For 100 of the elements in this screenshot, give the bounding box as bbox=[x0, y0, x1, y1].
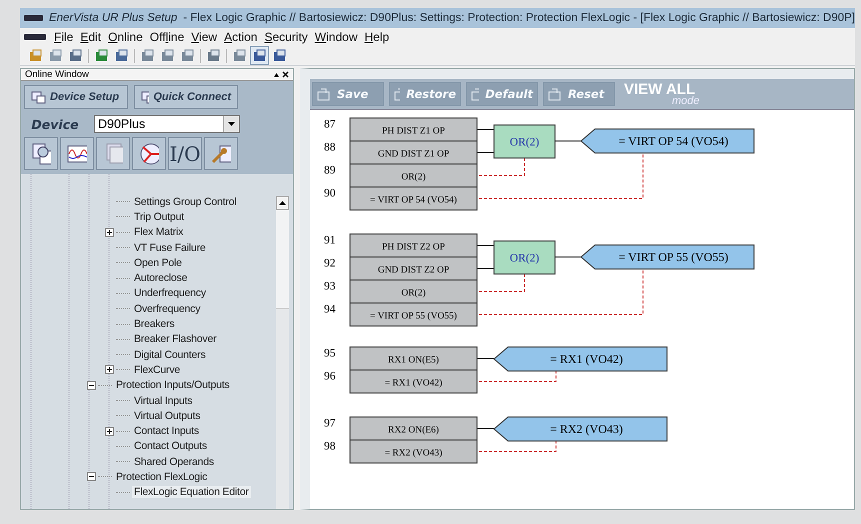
expand-icon[interactable] bbox=[105, 426, 114, 436]
device-icon bbox=[31, 90, 46, 104]
quick-connect-button[interactable]: Quick Connect bbox=[134, 85, 238, 109]
menu-item[interactable]: Window bbox=[312, 30, 360, 44]
line-number: 88 bbox=[324, 142, 336, 154]
toolbar-icon bbox=[206, 49, 220, 62]
tree-item[interactable]: Open Pole bbox=[132, 256, 184, 269]
tool-button[interactable] bbox=[132, 137, 166, 170]
line-number: 87 bbox=[324, 118, 336, 130]
expand-icon[interactable] bbox=[105, 365, 114, 374]
line-number: 96 bbox=[324, 370, 336, 382]
document-icon bbox=[394, 88, 400, 100]
line-number: 92 bbox=[324, 258, 336, 270]
tree-item[interactable]: VT Fuse Failure bbox=[132, 242, 208, 254]
gate-block[interactable]: OR(2) bbox=[494, 124, 556, 158]
toolbar-icon bbox=[94, 49, 108, 62]
device-label: Device bbox=[30, 116, 80, 132]
app-logo bbox=[24, 15, 43, 21]
tool-button[interactable] bbox=[60, 137, 94, 170]
io-button[interactable]: I/O bbox=[168, 137, 202, 170]
tree-item[interactable]: FlexCurve bbox=[132, 364, 182, 376]
menu-item[interactable]: Security bbox=[261, 30, 311, 44]
device-icon bbox=[141, 90, 150, 104]
output-block[interactable]: = VIRT OP 55 (VO55) bbox=[580, 244, 754, 270]
menu-item[interactable]: Offline bbox=[146, 30, 188, 44]
tree-item[interactable]: Settings Group Control bbox=[132, 196, 238, 208]
minus-icon bbox=[89, 382, 94, 388]
connector-line bbox=[477, 428, 494, 429]
operand-cell[interactable]: = RX2 (VO43) bbox=[350, 440, 478, 464]
output-block[interactable]: = VIRT OP 54 (VO54) bbox=[580, 128, 754, 154]
operand-cell[interactable]: OR(2) bbox=[350, 280, 478, 304]
operand-cell[interactable]: RX1 ON(E5) bbox=[350, 346, 478, 370]
toolbar-icon bbox=[232, 49, 246, 62]
tree-item[interactable]: Virtual Inputs bbox=[132, 394, 194, 406]
tree-item[interactable]: Trip Output bbox=[132, 210, 186, 223]
gate-block[interactable]: OR(2) bbox=[494, 240, 556, 274]
toolbar-button[interactable] bbox=[250, 46, 269, 65]
operand-cell[interactable]: PH DIST Z1 OP bbox=[350, 118, 478, 142]
tree-item[interactable]: Contact Inputs bbox=[132, 425, 201, 438]
tree-item[interactable]: Breaker Flashover bbox=[132, 333, 218, 346]
tree-item[interactable]: Flex Matrix bbox=[132, 226, 186, 238]
connector-line bbox=[554, 256, 582, 258]
operand-cell[interactable]: = VIRT OP 55 (VO55) bbox=[350, 302, 478, 326]
menu-item[interactable]: Edit bbox=[77, 30, 104, 44]
scrollbar[interactable] bbox=[276, 196, 289, 509]
tree-item[interactable]: Digital Counters bbox=[132, 348, 208, 361]
tree-item[interactable]: Virtual Outputs bbox=[132, 410, 202, 422]
device-dropdown[interactable]: D90Plus bbox=[94, 115, 240, 133]
plus-icon bbox=[107, 230, 112, 235]
collapse-icon[interactable] bbox=[87, 472, 96, 482]
settings-compare-icon bbox=[31, 142, 51, 166]
tree-item[interactable]: FlexLogic Equation Editor bbox=[132, 486, 251, 498]
dropdown-arrow-icon bbox=[228, 122, 235, 126]
toolbar-icon bbox=[68, 49, 82, 62]
tree-item[interactable]: Underfrequency bbox=[132, 287, 208, 300]
close-icon[interactable] bbox=[273, 71, 289, 78]
tool-button[interactable] bbox=[204, 137, 238, 170]
operand-cell[interactable]: = RX1 (VO42) bbox=[350, 370, 478, 394]
menu-item[interactable]: Online bbox=[105, 30, 146, 44]
operand-cell[interactable]: GND DIST Z2 OP bbox=[350, 256, 478, 280]
operand-cell[interactable]: = VIRT OP 54 (VO54) bbox=[350, 186, 478, 210]
tree-item[interactable]: Protection FlexLogic bbox=[114, 470, 210, 483]
operand-cell[interactable]: OR(2) bbox=[350, 164, 478, 188]
operand-cell[interactable]: RX2 ON(E6) bbox=[350, 416, 478, 440]
device-setup-button[interactable]: Device Setup bbox=[24, 85, 128, 109]
app-logo bbox=[24, 34, 46, 40]
menu-item[interactable]: Help bbox=[361, 30, 392, 44]
scroll-up-icon[interactable] bbox=[279, 201, 286, 205]
view-mode-title: VIEW ALL bbox=[624, 81, 696, 98]
connector-line bbox=[477, 268, 494, 269]
tree-item[interactable]: Overfrequency bbox=[132, 302, 202, 315]
line-number: 93 bbox=[324, 280, 336, 292]
output-block[interactable]: = RX2 (VO43) bbox=[493, 416, 668, 442]
line-number: 89 bbox=[324, 164, 336, 176]
toolbar-icon bbox=[160, 49, 174, 62]
phasor-icon bbox=[139, 142, 159, 166]
connector-line bbox=[477, 152, 494, 153]
toolbar-icon bbox=[48, 49, 62, 62]
expand-icon[interactable] bbox=[105, 228, 114, 237]
tool-button[interactable] bbox=[24, 137, 58, 170]
toolbar-icon bbox=[28, 49, 42, 62]
operand-cell[interactable]: PH DIST Z2 OP bbox=[350, 234, 478, 258]
document-icon bbox=[548, 88, 562, 100]
tree-item[interactable]: Contact Outputs bbox=[132, 440, 209, 452]
menu-item[interactable]: File bbox=[51, 30, 76, 44]
tree-item[interactable]: Breakers bbox=[132, 318, 176, 330]
line-number: 90 bbox=[324, 188, 336, 200]
tree-item[interactable]: Autoreclose bbox=[132, 272, 190, 284]
tree-item[interactable]: Protection Inputs/Outputs bbox=[114, 379, 232, 392]
toolbar-icon bbox=[252, 49, 266, 62]
connector-line bbox=[477, 129, 494, 130]
panel-title: Online Window bbox=[25, 69, 89, 80]
menu-item[interactable]: View bbox=[188, 30, 220, 44]
collapse-icon[interactable] bbox=[87, 380, 96, 390]
tree-item[interactable]: Shared Operands bbox=[132, 456, 216, 468]
operand-cell[interactable]: GND DIST Z1 OP bbox=[350, 140, 478, 164]
line-number: 97 bbox=[324, 418, 336, 430]
output-block[interactable]: = RX1 (VO42) bbox=[493, 346, 668, 372]
menu-item[interactable]: Action bbox=[221, 30, 260, 44]
line-number: 94 bbox=[324, 304, 336, 316]
